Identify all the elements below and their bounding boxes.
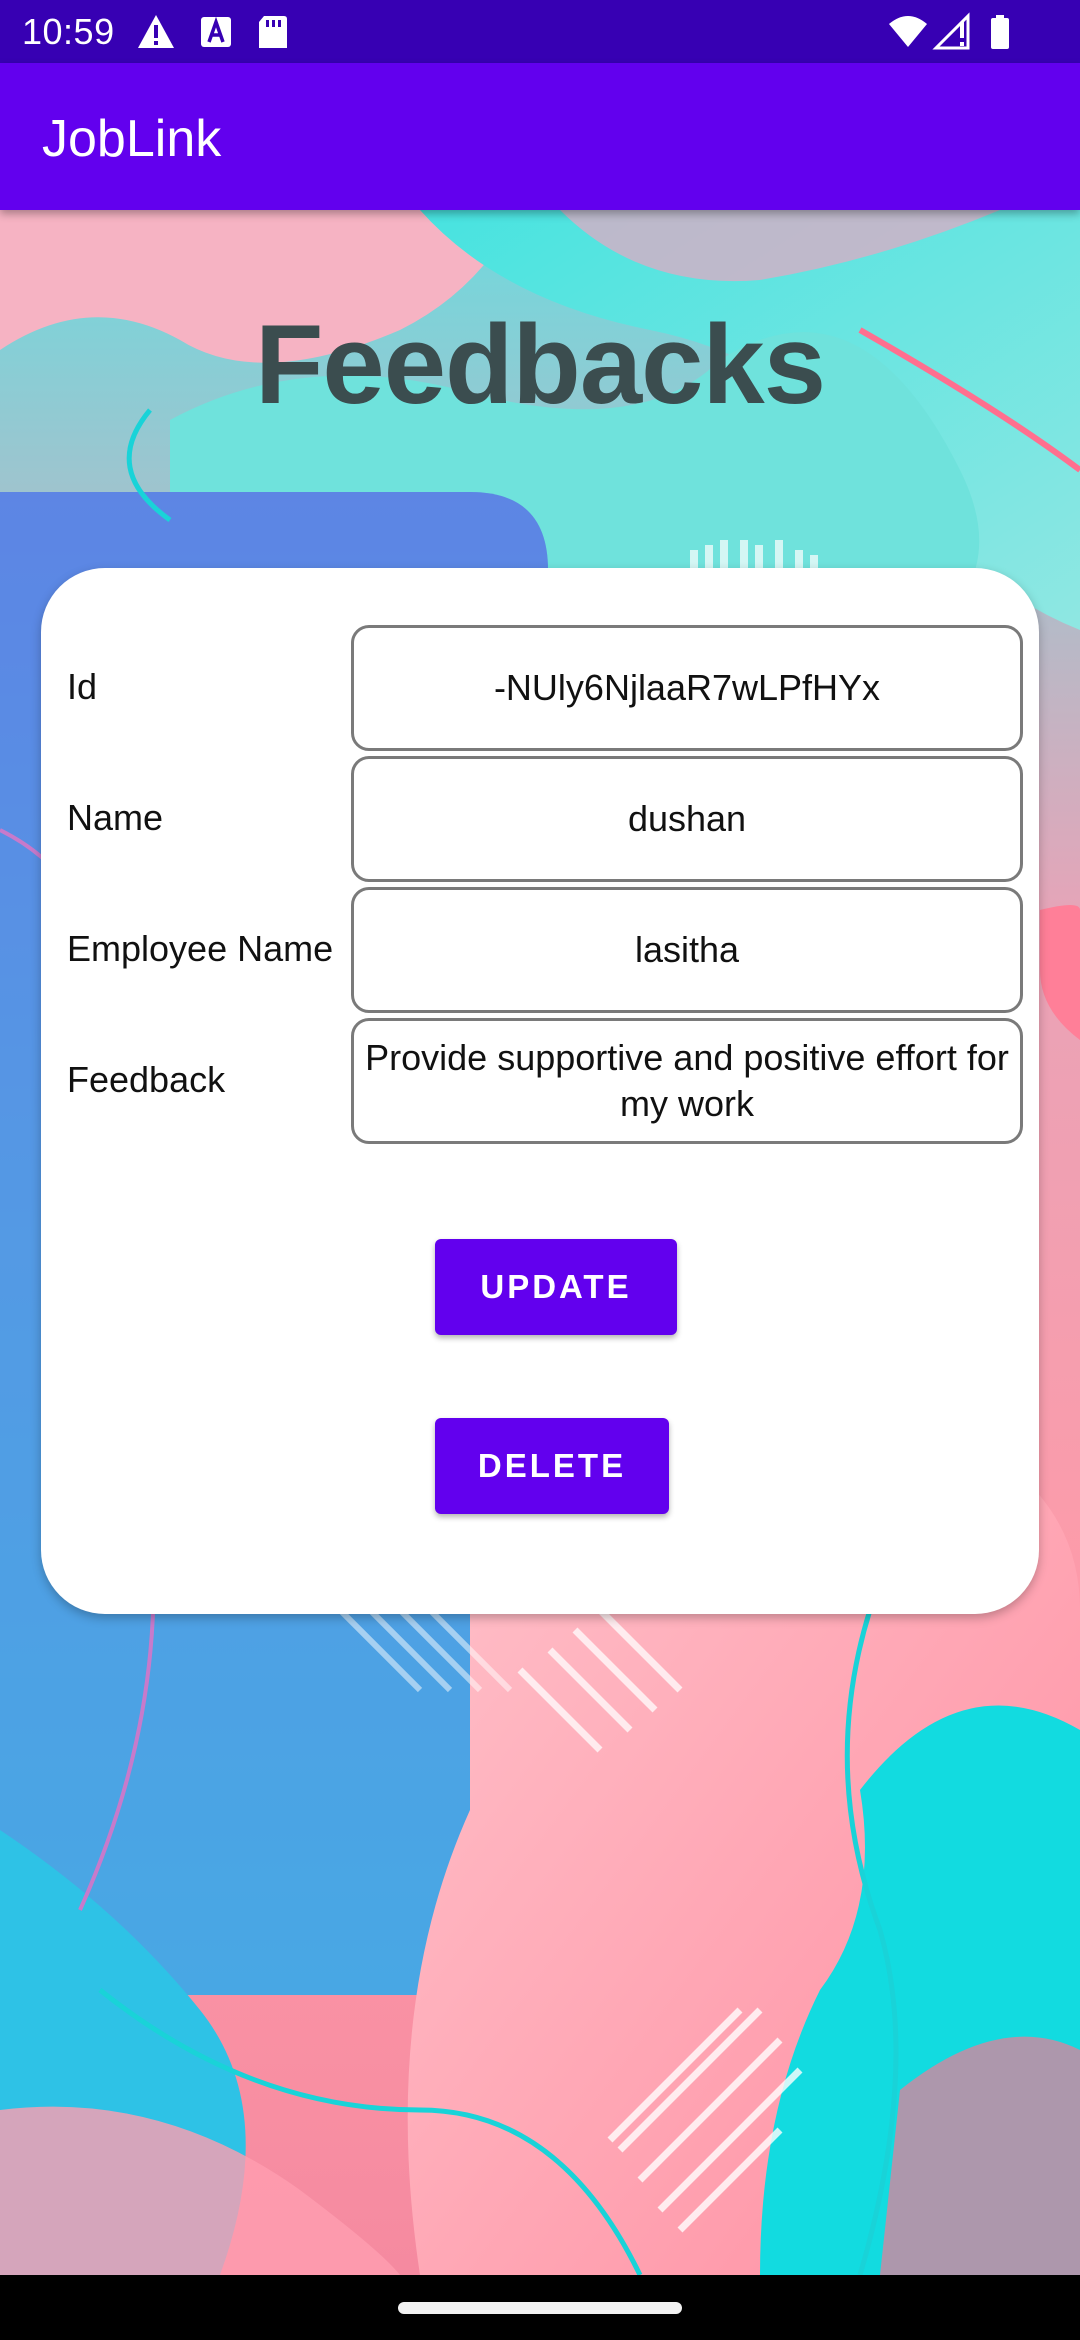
home-gesture-handle[interactable] bbox=[398, 2302, 682, 2314]
update-button[interactable]: UPDATE bbox=[435, 1239, 677, 1335]
employee-name-label: Employee Name bbox=[67, 928, 334, 969]
feedback-field[interactable]: Provide supportive and positive effort f… bbox=[351, 1018, 1023, 1144]
page-title: Feedbacks bbox=[255, 302, 826, 427]
app-bar: JobLink bbox=[0, 63, 1080, 210]
form-row-feedback: Feedback Provide supportive and positive… bbox=[41, 1018, 1039, 1144]
feedback-label: Feedback bbox=[67, 1059, 226, 1100]
form-row-employee-name: Employee Name lasitha bbox=[41, 887, 1039, 1013]
delete-button[interactable]: DELETE bbox=[435, 1418, 669, 1514]
alert-icon bbox=[138, 15, 174, 48]
feedback-card: Id -NUly6NjlaaR7wLPfHYx Name dushan Empl… bbox=[41, 568, 1039, 1614]
employee-name-field[interactable]: lasitha bbox=[351, 887, 1023, 1013]
form-row-id: Id -NUly6NjlaaR7wLPfHYx bbox=[41, 625, 1039, 751]
form-row-name: Name dushan bbox=[41, 756, 1039, 882]
signal-icon bbox=[932, 12, 970, 50]
app-title: JobLink bbox=[42, 110, 222, 168]
text-a-icon bbox=[201, 16, 231, 47]
name-label: Name bbox=[67, 797, 164, 838]
status-time: 10:59 bbox=[22, 11, 115, 52]
status-bar: 10:59 bbox=[0, 0, 1080, 63]
navigation-bar bbox=[0, 2275, 1080, 2340]
id-field[interactable]: -NUly6NjlaaR7wLPfHYx bbox=[351, 625, 1023, 751]
name-field[interactable]: dushan bbox=[351, 756, 1023, 882]
id-label: Id bbox=[67, 666, 98, 707]
battery-icon bbox=[991, 15, 1009, 49]
wifi-icon bbox=[889, 16, 927, 47]
sd-card-icon bbox=[259, 16, 287, 48]
